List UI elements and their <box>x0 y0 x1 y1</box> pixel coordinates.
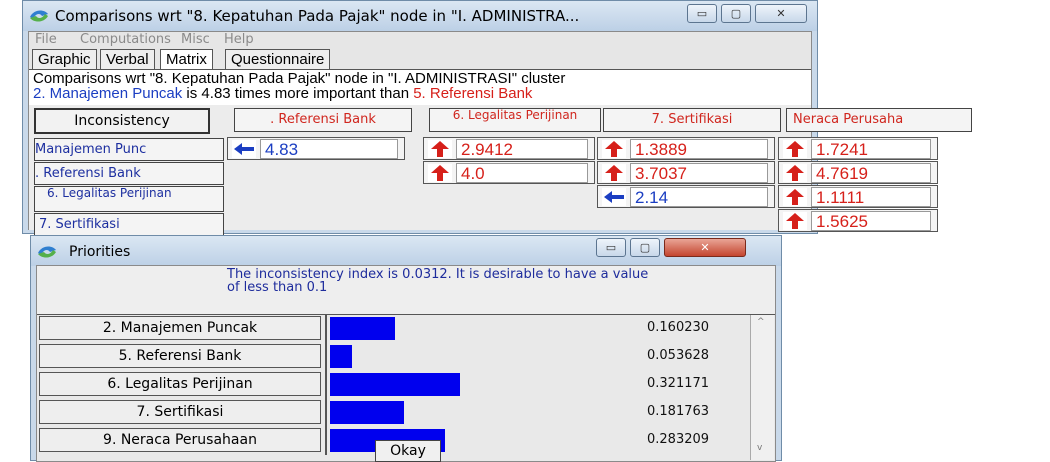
column-header-sertifikasi[interactable]: 7. Sertifikasi <box>603 108 781 132</box>
matrix-cell[interactable]: 1.7241 <box>778 137 938 160</box>
matrix-area: Inconsistency . Referensi Bank 6. Legali… <box>29 105 972 237</box>
matrix-cell-value[interactable]: 1.7241 <box>811 139 931 159</box>
arrow-up-icon[interactable] <box>783 164 807 182</box>
priorities-title: Priorities <box>69 244 131 260</box>
matrix-cell-value[interactable]: 1.5625 <box>811 211 931 231</box>
tab-matrix[interactable]: Matrix <box>160 49 213 70</box>
matrix-cell[interactable]: 4.0 <box>423 161 595 184</box>
priority-value: 0.283209 <box>647 432 710 447</box>
inconsistency-button[interactable]: Inconsistency <box>34 108 210 134</box>
matrix-cell-value[interactable]: 4.7619 <box>811 163 931 183</box>
priority-value: 0.181763 <box>647 404 710 419</box>
tab-questionnaire[interactable]: Questionnaire <box>225 49 331 70</box>
close-button[interactable]: ✕ <box>755 4 807 23</box>
scroll-up-icon[interactable]: ^ <box>757 317 765 327</box>
arrow-up-icon[interactable] <box>602 140 626 158</box>
matrix-cell-value[interactable]: 2.9412 <box>456 139 588 159</box>
info-panel: Comparisons wrt "8. Kepatuhan Pada Pajak… <box>29 69 811 105</box>
maximize-button[interactable]: ▢ <box>721 4 751 23</box>
title-bar[interactable]: Comparisons wrt "8. Kepatuhan Pada Pajak… <box>23 1 817 31</box>
matrix-cell-value[interactable]: 1.1111 <box>811 187 931 207</box>
priority-value: 0.160230 <box>647 320 710 335</box>
matrix-cell-value[interactable]: 2.14 <box>630 187 768 207</box>
minimize-button[interactable]: ▭ <box>687 4 717 23</box>
priority-bar <box>330 317 395 340</box>
inconsistency-message-panel: The inconsistency index is 0.0312. It is… <box>37 266 775 315</box>
matrix-cell[interactable]: 1.5625 <box>778 209 938 232</box>
priorities-client: The inconsistency index is 0.0312. It is… <box>36 265 776 462</box>
comparison-phrase: is 4.83 times more important than <box>182 85 414 102</box>
matrix-cell[interactable]: 2.14 <box>597 185 775 208</box>
inconsistency-message: The inconsistency index is 0.0312. It is… <box>227 267 649 295</box>
comparisons-client: File Computations Misc Help Graphic Verb… <box>28 31 972 237</box>
matrix-cell-value[interactable]: 4.83 <box>260 139 398 159</box>
arrow-left-icon[interactable] <box>232 140 256 158</box>
priority-value: 0.321171 <box>647 376 710 391</box>
column-header-legalitas-perijinan[interactable]: 6. Legalitas Perijinan <box>429 108 601 132</box>
row-header-manajemen-puncak[interactable]: Manajemen Punc <box>34 138 224 161</box>
priority-label: 5. Referensi Bank <box>39 344 321 368</box>
list-divider <box>325 315 327 455</box>
row-header-referensi-bank[interactable]: . Referensi Bank <box>34 162 224 185</box>
priorities-title-bar[interactable]: Priorities ▭ ▢ ✕ <box>31 236 781 266</box>
matrix-cell[interactable]: 1.1111 <box>778 185 938 208</box>
priority-label: 2. Manajemen Puncak <box>39 316 321 340</box>
app-logo-icon <box>30 10 48 22</box>
priority-value: 0.053628 <box>647 348 710 363</box>
comparison-verbal-text: 2. Manajemen Puncak is 4.83 times more i… <box>33 86 532 102</box>
column-header-referensi-bank[interactable]: . Referensi Bank <box>234 108 412 132</box>
arrow-up-icon[interactable] <box>783 212 807 230</box>
priority-label: 7. Sertifikasi <box>39 400 321 424</box>
priority-bar <box>330 401 404 424</box>
priority-label: 6. Legalitas Perijinan <box>39 372 321 396</box>
priority-scrollbar[interactable]: ^ v <box>750 315 774 460</box>
matrix-cell-value[interactable]: 4.0 <box>456 163 588 183</box>
tab-verbal[interactable]: Verbal <box>100 49 155 70</box>
arrow-up-icon[interactable] <box>428 140 452 158</box>
comparisons-window: Comparisons wrt "8. Kepatuhan Pada Pajak… <box>22 0 972 237</box>
matrix-cell[interactable]: 3.7037 <box>597 161 775 184</box>
matrix-cell-value[interactable]: 3.7037 <box>630 163 768 183</box>
arrow-up-icon[interactable] <box>602 164 626 182</box>
priorities-minimize-button[interactable]: ▭ <box>596 238 626 257</box>
matrix-cell[interactable]: 1.3889 <box>597 137 775 160</box>
window-title: Comparisons wrt "8. Kepatuhan Pada Pajak… <box>55 7 580 25</box>
priorities-close-button[interactable]: ✕ <box>664 238 746 257</box>
column-header-neraca-perusahaan[interactable]: Neraca Perusaha <box>786 108 972 132</box>
matrix-cell[interactable]: 4.83 <box>227 137 405 160</box>
menu-help[interactable]: Help <box>224 32 254 47</box>
menu-file[interactable]: File <box>35 32 57 47</box>
priority-bar <box>330 345 352 368</box>
okay-button[interactable]: Okay <box>375 440 441 462</box>
priority-bar <box>330 373 460 396</box>
priority-label: 9. Neraca Perusahaan <box>39 428 321 452</box>
row-header-sertifikasi[interactable]: 7. Sertifikasi <box>34 213 224 237</box>
arrow-up-icon[interactable] <box>428 164 452 182</box>
arrow-left-icon[interactable] <box>602 188 626 206</box>
tab-graphic[interactable]: Graphic <box>32 49 97 70</box>
matrix-cell[interactable]: 2.9412 <box>423 137 595 160</box>
element-b-name: 5. Referensi Bank <box>413 85 533 102</box>
app-logo-icon <box>38 246 56 258</box>
arrow-up-icon[interactable] <box>783 140 807 158</box>
element-a-name: 2. Manajemen Puncak <box>33 85 183 102</box>
menu-misc[interactable]: Misc <box>181 32 210 47</box>
priorities-maximize-button[interactable]: ▢ <box>630 238 660 257</box>
row-header-legalitas-perijinan[interactable]: 6. Legalitas Perijinan <box>34 186 224 212</box>
matrix-cell[interactable]: 4.7619 <box>778 161 938 184</box>
scroll-down-icon[interactable]: v <box>757 443 762 453</box>
matrix-cell-value[interactable]: 1.3889 <box>630 139 768 159</box>
menu-computations[interactable]: Computations <box>80 32 171 47</box>
priorities-window: Priorities ▭ ▢ ✕ The inconsistency index… <box>30 235 782 462</box>
arrow-up-icon[interactable] <box>783 188 807 206</box>
